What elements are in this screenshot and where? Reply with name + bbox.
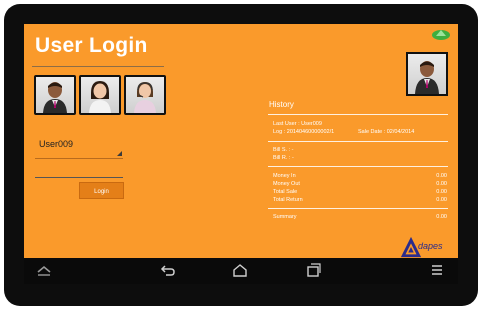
history-divider	[268, 208, 448, 209]
user-avatar-male[interactable]	[34, 75, 76, 115]
male-avatar-icon	[43, 82, 67, 113]
total-sale-value: 0.00	[436, 189, 447, 195]
page-title: User Login	[35, 34, 148, 57]
sync-cloud-icon[interactable]	[430, 27, 452, 41]
male-avatar-icon	[415, 61, 439, 94]
history-divider	[268, 114, 448, 115]
user-avatar-list	[34, 75, 166, 115]
bill-s-text: Bill S. : -	[273, 147, 294, 153]
user-select-dropdown[interactable]: User009	[35, 136, 123, 159]
money-out-label: Money Out	[273, 181, 300, 187]
female-avatar-icon	[89, 81, 111, 113]
money-out-value: 0.00	[436, 181, 447, 187]
title-divider	[32, 66, 164, 67]
user-avatar-headset[interactable]	[124, 75, 166, 115]
current-user-avatar	[406, 52, 448, 96]
sale-date-text: Sale Date : 02/04/2014	[358, 129, 415, 135]
log-text: Log : 20140460000002/1	[273, 129, 335, 135]
selected-user-label: User009	[39, 139, 74, 149]
headset-avatar-icon	[134, 82, 156, 113]
summary-label: Summary	[273, 214, 297, 220]
money-in-label: Money In	[273, 173, 296, 179]
total-return-label: Total Return	[273, 197, 303, 203]
history-title: History	[269, 100, 294, 109]
history-divider	[268, 141, 448, 142]
logo-wordmark: dapes	[418, 241, 443, 251]
android-navigation-bar	[24, 258, 458, 284]
home-icon[interactable]	[232, 263, 248, 277]
summary-value: 0.00	[436, 214, 447, 220]
money-in-value: 0.00	[436, 173, 447, 179]
brand-logo: dapes	[400, 236, 454, 260]
password-input[interactable]	[35, 167, 123, 178]
total-return-value: 0.00	[436, 197, 447, 203]
dropdown-arrow-icon	[117, 151, 122, 156]
home-up-icon[interactable]	[36, 263, 52, 277]
menu-icon[interactable]	[429, 263, 445, 277]
history-divider	[268, 166, 448, 167]
back-icon[interactable]	[160, 263, 176, 277]
recent-apps-icon[interactable]	[306, 263, 322, 277]
total-sale-label: Total Sale	[273, 189, 298, 195]
last-user-text: Last User : User009	[273, 121, 322, 127]
login-button[interactable]: Login	[79, 182, 124, 199]
app-screen: User Login User009 Login History Last Us…	[24, 24, 458, 284]
bill-r-text: Bill R. : -	[273, 155, 294, 161]
user-avatar-female[interactable]	[79, 75, 121, 115]
